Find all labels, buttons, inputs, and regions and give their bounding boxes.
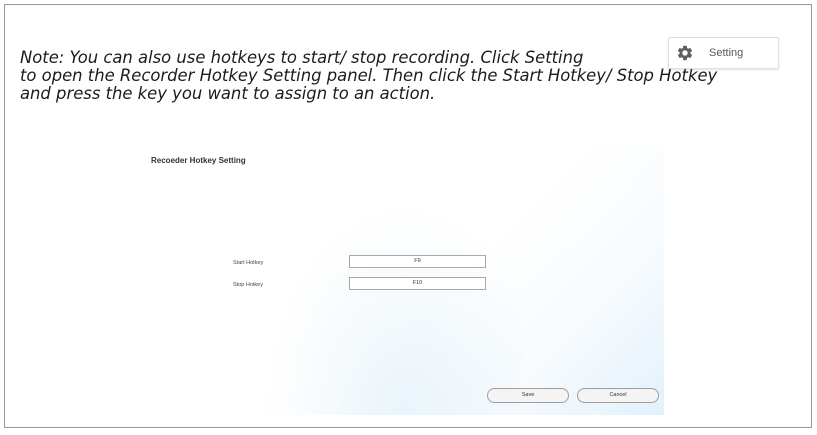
stop-hotkey-input[interactable]: F10: [349, 277, 486, 290]
dialog-title: Recoeder Hotkey Setting: [151, 156, 246, 165]
cancel-button[interactable]: Cancel: [577, 388, 659, 403]
stop-hotkey-label: Stop Hotkey: [233, 282, 263, 288]
save-button[interactable]: Save: [487, 388, 569, 403]
note-line-2: to open the Recorder Hotkey Setting pane…: [20, 66, 718, 85]
setting-button[interactable]: Setting: [668, 37, 779, 69]
setting-label: Setting: [709, 47, 744, 59]
dialog-background-glow: [263, 203, 523, 415]
hotkey-setting-dialog: Recoeder Hotkey Setting Start Hotkey F9 …: [143, 143, 664, 415]
gear-icon: [676, 44, 694, 62]
start-hotkey-input[interactable]: F9: [349, 255, 486, 268]
note-line-3: and press the key you want to assign to …: [20, 84, 436, 103]
start-hotkey-label: Start Hotkey: [233, 260, 264, 266]
